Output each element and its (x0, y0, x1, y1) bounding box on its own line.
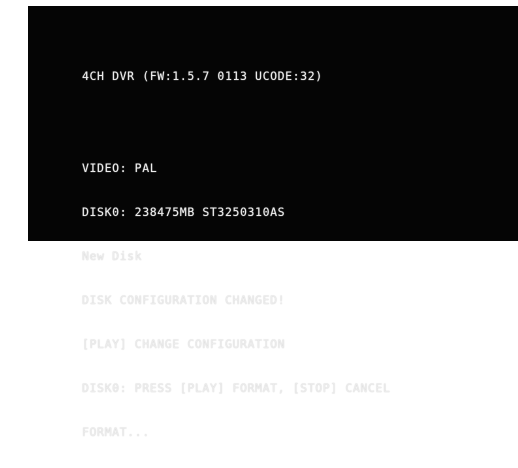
dvr-firmware-title: 4CH DVR (FW:1.5.7 0113 UCODE:32) (82, 69, 323, 83)
boot-console: 4CH DVR (FW:1.5.7 0113 UCODE:32) VIDEO: … (82, 40, 390, 468)
dvr-boot-screen: 4CH DVR (FW:1.5.7 0113 UCODE:32) VIDEO: … (28, 6, 518, 439)
new-disk-line: New Disk (82, 249, 143, 263)
disk-config-changed-line: DISK CONFIGURATION CHANGED! (82, 293, 286, 307)
play-change-config-line: [PLAY] CHANGE CONFIGURATION (82, 337, 286, 351)
format-prompt-line: DISK0: PRESS [PLAY] FORMAT, [STOP] CANCE… (82, 381, 391, 395)
line-spacer (82, 112, 390, 132)
formatting-status-line: FORMAT... (82, 425, 150, 439)
disk-info-line: DISK0: 238475MB ST3250310AS (82, 205, 286, 219)
video-standard-line: VIDEO: PAL (82, 161, 158, 175)
